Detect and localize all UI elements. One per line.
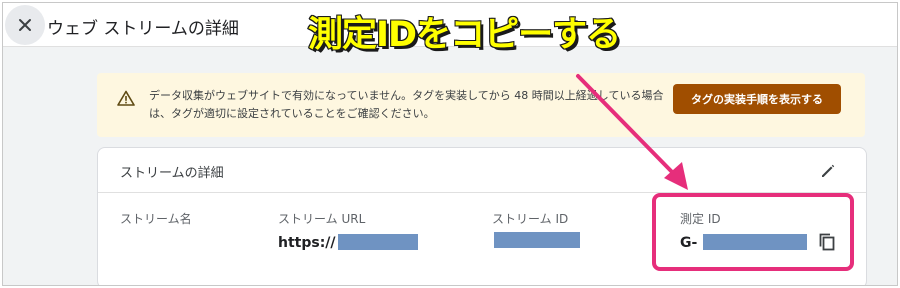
page-title: ウェブ ストリームの詳細: [47, 19, 239, 39]
stream-id-label: ストリーム ID: [492, 212, 569, 226]
warning-icon: [117, 90, 135, 106]
show-tag-instructions-button[interactable]: タグの実装手順を表示する: [673, 84, 841, 114]
copy-measurement-id-callout: 測定IDをコピーする: [307, 14, 622, 56]
warning-message: データ収集がウェブサイトで有効になっていません。タグを実装してから 48 時間以…: [149, 89, 664, 120]
close-button[interactable]: [5, 5, 45, 45]
close-icon: [19, 19, 31, 31]
redacted-stream-id: [494, 232, 580, 248]
data-collection-warning-banner: データ収集がウェブサイトで有効になっていません。タグを実装してから 48 時間以…: [97, 73, 865, 137]
redacted-url: [338, 234, 418, 250]
stream-name-label: ストリーム名: [120, 212, 192, 226]
section-title: ストリームの詳細: [120, 166, 224, 181]
edit-icon: [822, 164, 835, 177]
edit-button[interactable]: [818, 161, 838, 181]
measurement-id-highlight: [652, 193, 854, 271]
card-header: ストリームの詳細: [98, 148, 866, 193]
stream-url-value: https://: [278, 235, 336, 251]
stream-url-label: ストリーム URL: [278, 212, 366, 226]
